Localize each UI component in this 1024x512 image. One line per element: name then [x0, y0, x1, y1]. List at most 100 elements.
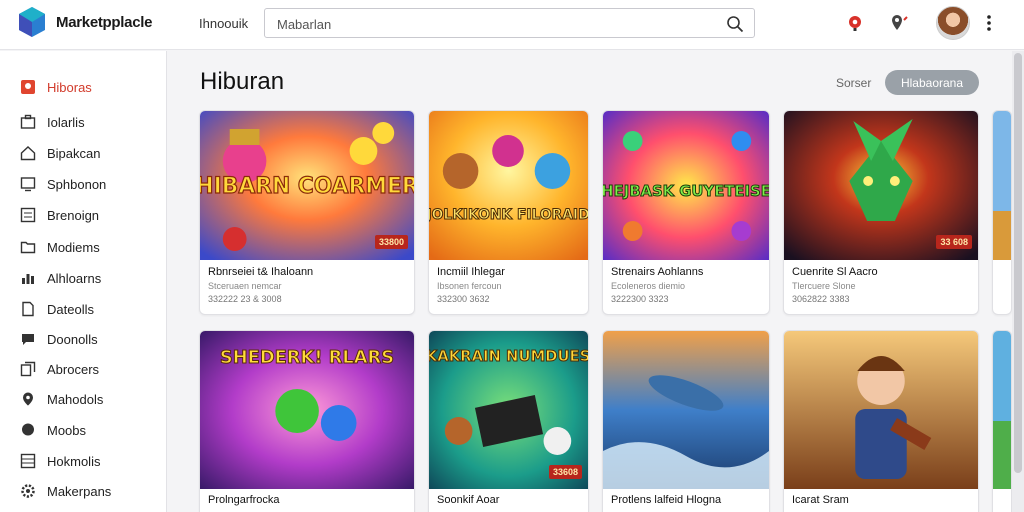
sidebar-item-doonolls[interactable]: Doonolls — [0, 325, 167, 353]
sidebar-item-sphbonon[interactable]: Sphbonon — [0, 170, 167, 198]
sort-label: Sorser — [836, 76, 872, 90]
sidebar-item-label: Doonolls — [47, 332, 98, 347]
game-card[interactable]: HIBARN COARMER 33800 Rbnrseiei t& Ihaloa… — [199, 110, 415, 315]
sidebar-item-dateolls[interactable]: Dateolls — [0, 295, 167, 323]
sidebar-item-label: Abrocers — [47, 362, 100, 377]
game-thumbnail: JOLKIKONK FILORAID — [429, 111, 588, 260]
card-title: Strenairs Aohlanns — [611, 266, 704, 278]
scrollbar-thumb[interactable] — [1014, 53, 1022, 473]
sidebar-item-label: Sphbonon — [47, 177, 107, 192]
card-title: Rbnrseiei t& Ihaloann — [208, 266, 314, 278]
monitor-icon — [20, 177, 36, 192]
notification-bell-icon[interactable] — [844, 12, 866, 34]
game-card[interactable]: SHEDERK! RLARS Prolngarfrocka — [199, 330, 415, 512]
sidebar-item-label: Makerpans — [47, 484, 112, 499]
sort-button[interactable]: Hlabaorana — [885, 70, 979, 95]
folder-icon — [20, 241, 36, 254]
sidebar-item-label: Iolarlis — [47, 115, 85, 130]
nav-link[interactable]: Ihnoouik — [199, 16, 248, 31]
sidebar-item-label: Hiboras — [47, 80, 92, 95]
sidebar-item-label: Alhloarns — [47, 271, 102, 286]
home-icon — [21, 80, 35, 94]
game-card[interactable]: Icarat Sram — [783, 330, 979, 512]
user-avatar[interactable] — [936, 6, 970, 40]
card-title: Icarat Sram — [792, 494, 849, 506]
game-card[interactable]: 33 608 Cuenrite Sl Aacro Tlercuere Slone… — [783, 110, 979, 315]
game-thumbnail — [784, 331, 978, 489]
sidebar-item-hokmolis[interactable]: Hokmolis — [0, 447, 167, 475]
sidebar-item-label: Mahodols — [47, 392, 104, 407]
price-badge: 33 608 — [936, 235, 972, 249]
game-card[interactable]: Protlens lalfeid Hlogna — [602, 330, 770, 512]
game-thumbnail — [603, 331, 769, 489]
copy-icon — [20, 361, 36, 377]
sidebar-item-modiems[interactable]: Modiems — [0, 233, 167, 261]
location-pin-icon[interactable] — [889, 12, 911, 34]
card-title: Protlens lalfeid Hlogna — [611, 494, 722, 506]
thumbnail-title: JOLKIKONK FILORAID — [429, 207, 588, 223]
sidebar-item-hiboras[interactable]: Hiboras — [0, 73, 167, 101]
bubble-icon — [22, 423, 34, 436]
sidebar-item-label: Bipakcan — [47, 146, 101, 161]
sidebar-item-bipakcan[interactable]: Bipakcan — [0, 139, 167, 167]
game-thumbnail: SHEDERK! RLARS — [200, 331, 414, 489]
card-title: Prolngarfrocka — [208, 494, 280, 506]
thumbnail-title: SHEDERK! RLARS — [220, 347, 394, 368]
sidebar-item-moobs[interactable]: Moobs — [0, 416, 167, 444]
sidebar-item-label: Dateolls — [47, 302, 94, 317]
house-icon — [20, 146, 36, 161]
card-meta: 3222300 3323 — [611, 294, 669, 304]
card-title: Soonkif Aoar — [437, 494, 500, 506]
card-subtitle: Ibsonen fercoun — [437, 281, 502, 291]
sidebar-item-brenoign[interactable]: Brenoign — [0, 201, 167, 229]
game-card[interactable]: JOLKIKONK FILORAID Incmiil Ihlegar Ibson… — [428, 110, 589, 315]
scrollbar[interactable] — [1012, 51, 1024, 512]
thumbnail-title: HEJBASK GUYETEISE — [603, 182, 769, 200]
game-thumbnail: HEJBASK GUYETEISE — [603, 111, 769, 260]
briefcase-icon — [20, 114, 36, 129]
card-subtitle: Ecoleneros diemio — [611, 281, 686, 291]
document-icon — [22, 301, 34, 317]
search-icon[interactable] — [726, 15, 744, 33]
grid-icon — [20, 453, 36, 469]
pin-icon — [23, 392, 33, 406]
sidebar-item-abrocers[interactable]: Abrocers — [0, 355, 167, 383]
sidebar-item-label: Brenoign — [47, 208, 100, 223]
search-bar[interactable] — [264, 8, 755, 38]
card-meta: 332222 23 & 3008 — [208, 294, 282, 304]
top-bar: Marketpplacle Ihnoouik — [0, 0, 1024, 50]
sidebar-item-label: Hokmolis — [47, 454, 101, 469]
game-card[interactable]: KAKRAIN NUMDUES 33608 Soonkif Aoar — [428, 330, 589, 512]
sidebar-item-alhloarns[interactable]: Alhloarns — [0, 264, 167, 292]
card-meta: 332300 3632 — [437, 294, 490, 304]
price-badge: 33608 — [548, 465, 582, 479]
search-input[interactable] — [277, 14, 717, 34]
thumbnail-title: KAKRAIN NUMDUES — [429, 347, 588, 365]
game-card-partial[interactable] — [992, 110, 1012, 315]
thumbnail-title: HIBARN COARMER — [200, 174, 414, 199]
card-subtitle: Tlercuere Slone — [792, 281, 856, 291]
gear-icon — [21, 484, 35, 498]
sidebar-item-makerpans[interactable]: Makerpans — [0, 477, 167, 505]
chat-icon — [22, 334, 34, 345]
game-thumbnail — [993, 331, 1011, 489]
sidebar-item-label: Modiems — [47, 240, 100, 255]
price-badge: 33800 — [374, 235, 408, 249]
sidebar-item-label: Moobs — [47, 423, 87, 438]
card-title: Incmiil Ihlegar — [437, 266, 505, 278]
sidebar-item-mahodols[interactable]: Mahodols — [0, 385, 167, 413]
sidebar-item-iolarlis[interactable]: Iolarlis — [0, 108, 167, 136]
card-subtitle: Stceruaen nemcar — [208, 281, 282, 291]
game-card-partial[interactable] — [992, 330, 1012, 512]
sidebar: Hiboras Iolarlis Bipakcan Sphbonon Breno… — [0, 51, 167, 512]
chart-icon — [22, 274, 34, 284]
game-card[interactable]: HEJBASK GUYETEISE Strenairs Aohlanns Eco… — [602, 110, 770, 315]
list-icon — [20, 207, 36, 223]
page-title: Hiburan — [200, 68, 285, 95]
card-title: Cuenrite Sl Aacro — [792, 266, 878, 278]
brand-logo-icon[interactable] — [18, 6, 46, 38]
more-options-icon[interactable] — [985, 12, 993, 34]
card-meta: 3062822 3383 — [792, 294, 850, 304]
game-thumbnail — [993, 111, 1011, 260]
brand-name[interactable]: Marketpplacle — [56, 14, 152, 31]
